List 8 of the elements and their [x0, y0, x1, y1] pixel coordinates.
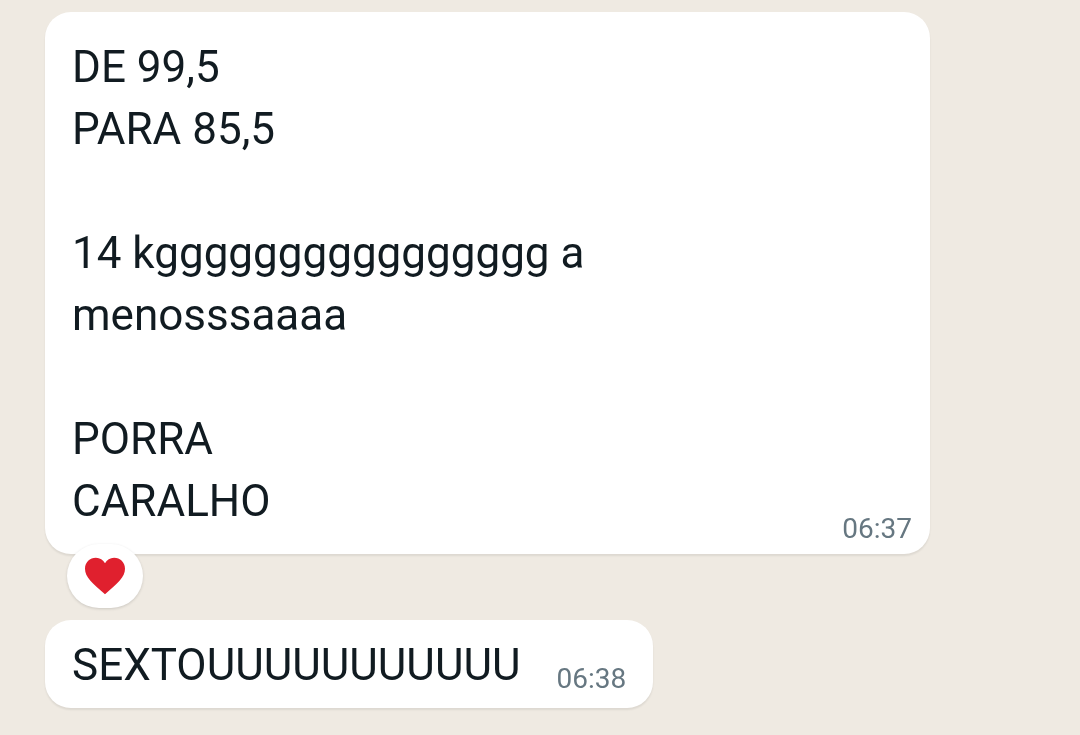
message-text: DE 99,5 PARA 85,5 14 kgggggggggggggggg a menosssaaaa PORRA CARALHO: [72, 40, 586, 529]
heart-icon: [83, 556, 127, 596]
message-time: 06:37: [842, 512, 912, 546]
message-text: SEXTOUUUUUUUUUUU: [72, 638, 521, 693]
message-bubble[interactable]: DE 99,5 PARA 85,5 14 kgggggggggggggggg a menosssaaaa PORRA CARALHO 06:37: [45, 12, 930, 554]
reaction-badge[interactable]: [67, 544, 143, 608]
message-time: 06:38: [556, 662, 627, 696]
message-bubble[interactable]: SEXTOUUUUUUUUUUU 06:38: [45, 620, 654, 708]
